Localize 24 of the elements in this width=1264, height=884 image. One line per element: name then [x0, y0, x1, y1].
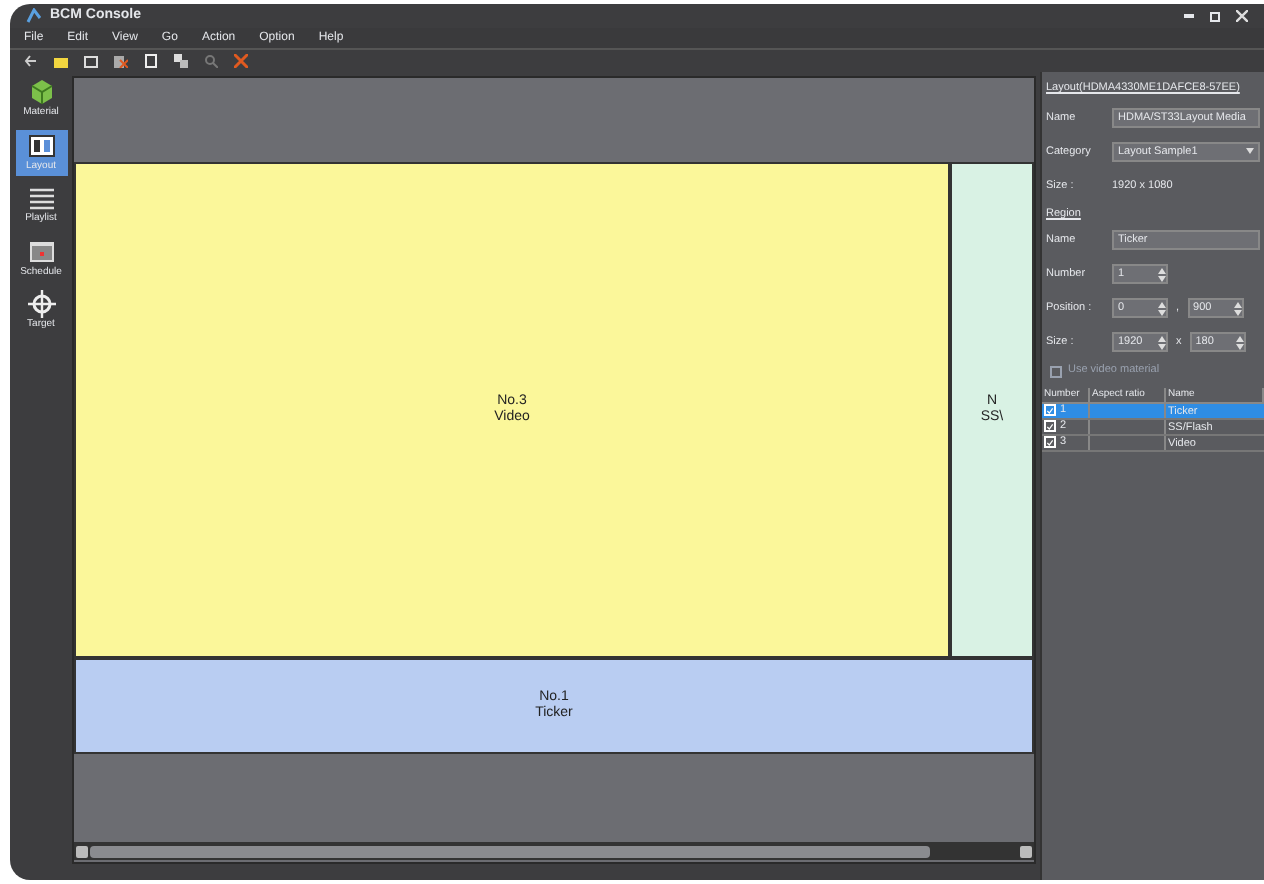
spinner-arrows-icon	[1233, 301, 1242, 315]
cube-icon	[27, 78, 55, 106]
search-icon[interactable]	[204, 54, 218, 68]
spinner-arrows-icon	[1158, 335, 1166, 349]
arrow-left-icon[interactable]	[24, 54, 38, 68]
copy-icon[interactable]	[174, 54, 188, 68]
spinner-arrows-icon	[1235, 335, 1244, 349]
spinner-arrows-icon	[1158, 301, 1166, 315]
checkbox[interactable]	[1050, 365, 1062, 377]
horizontal-scrollbar[interactable]	[74, 842, 1034, 860]
maximize-icon[interactable]	[1210, 11, 1220, 21]
cancel-icon[interactable]	[234, 54, 248, 68]
delete-icon[interactable]	[114, 54, 128, 68]
document-icon[interactable]	[144, 54, 158, 68]
crosshair-icon	[27, 290, 55, 318]
window-icon[interactable]	[84, 54, 98, 68]
layout-icon	[27, 131, 55, 159]
close-icon[interactable]	[1236, 10, 1248, 22]
list-icon	[27, 184, 55, 212]
spinner-arrows-icon	[1158, 267, 1166, 281]
calendar-icon	[27, 237, 55, 265]
dropdown-arrow-icon	[1246, 148, 1254, 155]
folder-icon[interactable]	[54, 54, 68, 68]
app-icon	[26, 8, 42, 24]
